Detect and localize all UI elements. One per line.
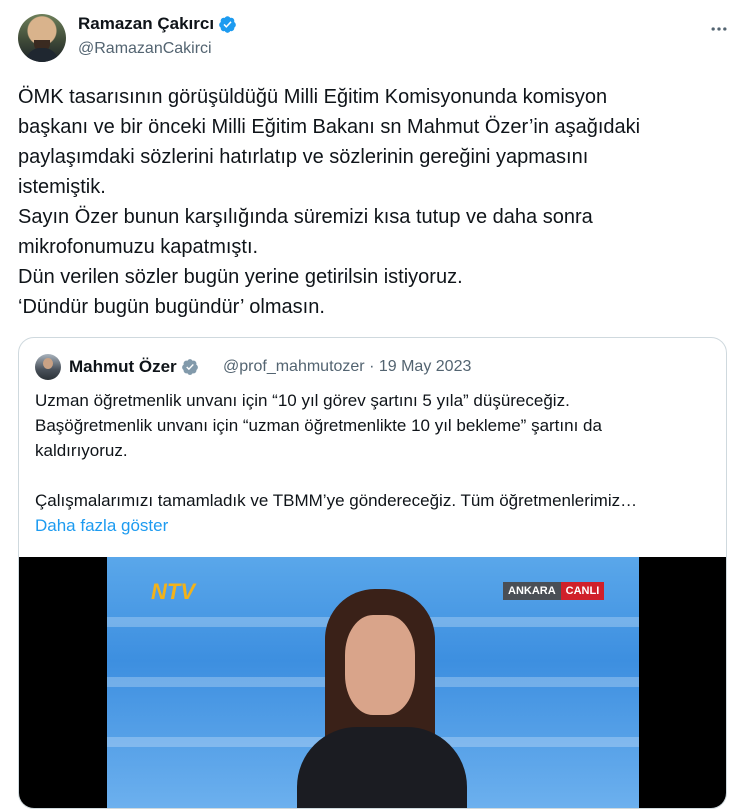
tweet-text: ÖMK tasarısının görüşüldüğü Milli Eğitim… — [18, 82, 734, 322]
author-handle[interactable]: @RamazanCakirci — [78, 40, 212, 58]
presenter-body — [297, 727, 467, 808]
ellipsis-icon — [711, 27, 727, 31]
quoted-line: Çalışmalarımızı tamamladık ve TBMM’ye gö… — [35, 491, 638, 510]
quoted-tweet[interactable]: Mahmut Özer @prof_mahmutozer · 19 May 20… — [18, 337, 727, 809]
verified-badge-icon — [219, 15, 236, 33]
gray-verified-badge-icon — [181, 359, 198, 375]
tweet-line: ‘Dündür bugün bugündür’ olmasın. — [18, 296, 325, 318]
presenter-face — [345, 615, 415, 715]
avatar-body — [26, 48, 58, 62]
quoted-line: Başöğretmenlik unvanı için “uzman öğretm… — [35, 416, 602, 435]
avatar-face — [43, 358, 53, 369]
quoted-line: kaldırıyoruz. — [35, 441, 128, 460]
live-location-badge: ANKARA CANLI — [503, 582, 605, 600]
location-label: ANKARA — [503, 582, 561, 600]
author-avatar[interactable] — [18, 14, 66, 62]
live-label: CANLI — [560, 582, 605, 600]
quoted-video[interactable]: NTV ANKARA CANLI — [19, 557, 726, 808]
quoted-line: Uzman öğretmenlik unvanı için “10 yıl gö… — [35, 391, 570, 410]
quoted-author-avatar[interactable] — [35, 354, 61, 380]
video-frame[interactable]: NTV ANKARA CANLI — [107, 557, 639, 808]
author-name[interactable]: Ramazan Çakırcı — [78, 14, 214, 34]
tweet-line: ÖMK tasarısının görüşüldüğü Milli Eğitim… — [18, 86, 608, 108]
show-more-link[interactable]: Daha fazla göster — [35, 516, 168, 535]
channel-logo: NTV — [151, 579, 195, 604]
tweet-card: Ramazan Çakırcı @RamazanCakirci ÖMK tasa… — [0, 0, 752, 809]
tweet-line: Dün verilen sözler bugün yerine getirils… — [18, 266, 463, 288]
quoted-handle-date[interactable]: @prof_mahmutozer · 19 May 2023 — [223, 358, 471, 376]
author-name-row[interactable]: Ramazan Çakırcı — [78, 14, 237, 34]
quoted-tweet-text: Uzman öğretmenlik unvanı için “10 yıl gö… — [35, 388, 715, 538]
tweet-line: paylaşımdaki sözlerini hatırlatıp ve söz… — [18, 146, 589, 168]
quoted-author-name-row[interactable]: Mahmut Özer — [69, 357, 199, 377]
tweet-line: mikrofonumuzu kapatmıştı. — [18, 236, 259, 258]
quoted-author-name[interactable]: Mahmut Özer — [69, 357, 177, 377]
more-options-button[interactable] — [708, 18, 730, 40]
tweet-line: istemiştik. — [18, 176, 106, 198]
tweet-line: başkanı ve bir önceki Milli Eğitim Bakan… — [18, 116, 641, 138]
tweet-line: Sayın Özer bunun karşılığında süremizi k… — [18, 206, 593, 228]
